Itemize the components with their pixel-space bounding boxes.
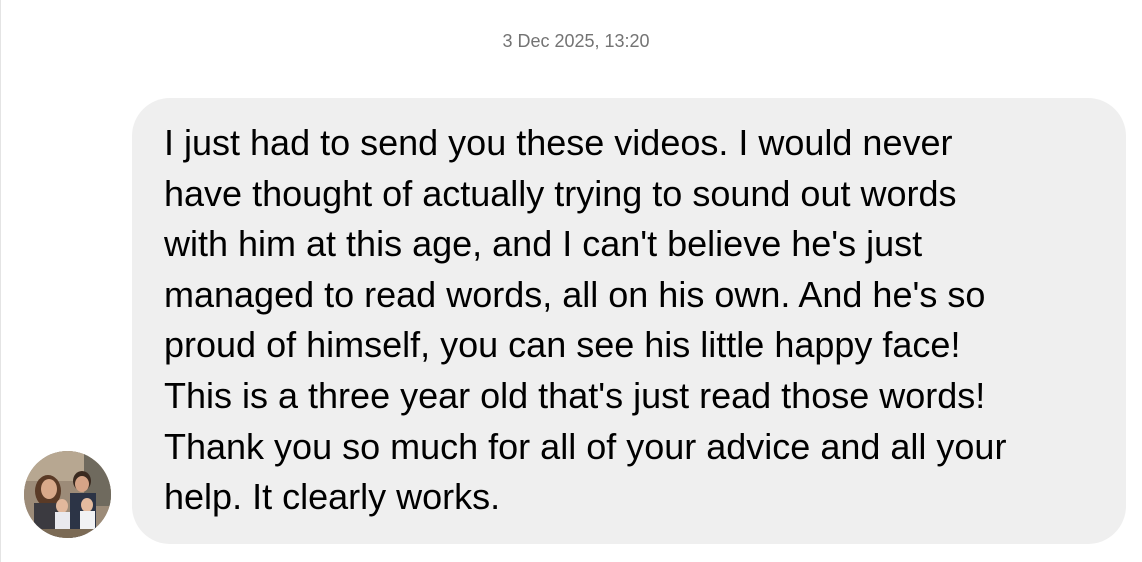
message-text-line: have thought of actually trying to sound… [164, 172, 957, 214]
message-text-line: I just had to send you these videos. I w… [164, 122, 953, 163]
profile-photo-avatar-icon [24, 451, 111, 538]
message-text-line: managed to read words, all on his own. A… [164, 273, 986, 315]
message-text-line: proud of himself, you can see his little… [164, 324, 961, 366]
pane-divider [0, 0, 1, 562]
message-bubble[interactable]: I just had to send you these videos. I w… [132, 98, 1126, 544]
message-text-line: help. It clearly works. [164, 476, 501, 518]
message-text-line: with him at this age, and I can't believ… [164, 223, 923, 265]
sender-avatar[interactable] [24, 451, 111, 538]
message-text-line: Thank you so much for all of your advice… [164, 425, 1007, 467]
message-timestamp: 3 Dec 2025, 13:20 [502, 31, 650, 51]
chat-thread: 3 Dec 2025, 13:20 I just had to send you… [0, 0, 1142, 562]
message-text-line: This is a three year old that's just rea… [164, 374, 986, 416]
